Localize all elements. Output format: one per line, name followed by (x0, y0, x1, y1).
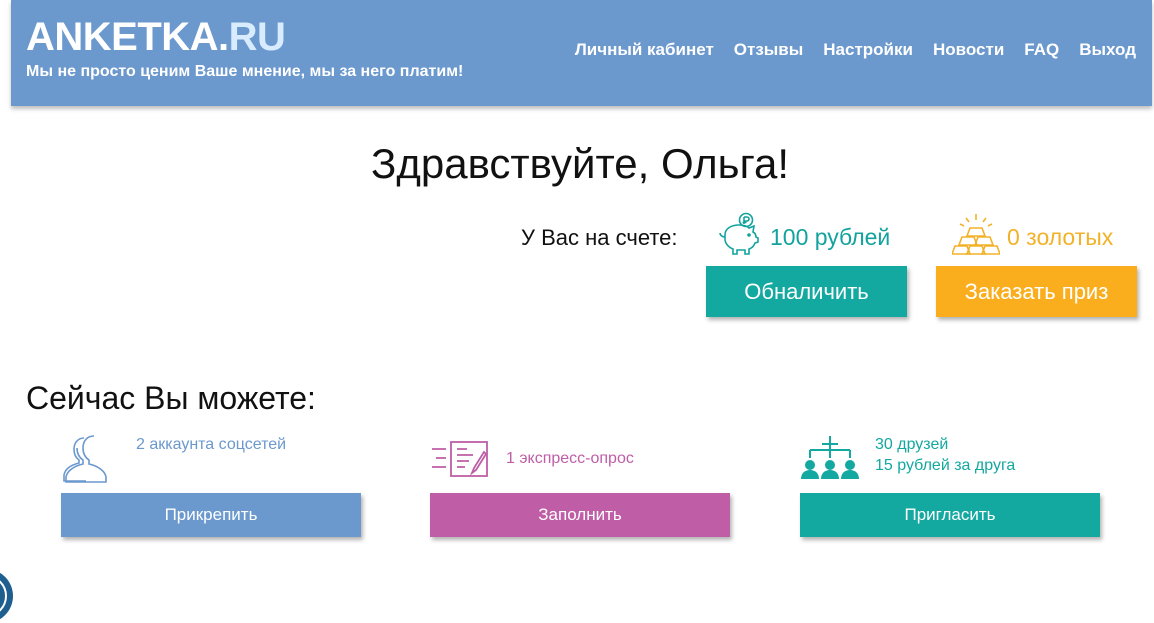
top-nav: Личный кабинет Отзывы Настройки Новости … (575, 40, 1136, 60)
nav-cabinet[interactable]: Личный кабинет (575, 40, 714, 60)
friends-count-text: 30 друзей (875, 436, 949, 453)
nav-news[interactable]: Новости (933, 40, 1004, 60)
nav-reviews[interactable]: Отзывы (734, 40, 804, 60)
reward-per-friend-text: 15 рублей за друга (875, 457, 1016, 474)
chat-widget-icon[interactable] (0, 568, 14, 623)
fill-survey-button[interactable]: Заполнить (430, 493, 730, 537)
balance-gold: 0 золотых (1007, 224, 1114, 250)
logo-main: ANKETKA. (26, 15, 229, 59)
nav-logout[interactable]: Выход (1079, 40, 1136, 60)
piggy-bank-icon (719, 212, 759, 255)
page: ANKETKA.RU Мы не просто ценим Ваше мнени… (0, 0, 1154, 623)
invite-button[interactable]: Пригласить (800, 493, 1100, 537)
balance-rubles: 100 рублей (770, 224, 891, 250)
referral-text: 30 друзей 15 рублей за друга (875, 434, 1015, 476)
express-survey-text: 1 экспресс-опрос (506, 450, 634, 467)
nav-faq[interactable]: FAQ (1024, 40, 1059, 60)
users-icon (63, 435, 107, 483)
referral-tree-icon (801, 436, 859, 479)
gold-bars-icon (952, 214, 1000, 255)
actions-heading: Сейчас Вы можете: (26, 380, 316, 416)
site-header: ANKETKA.RU Мы не просто ценим Ваше мнени… (11, 0, 1152, 106)
logo-ru: RU (228, 15, 286, 59)
survey-form-icon (432, 441, 488, 477)
site-logo[interactable]: ANKETKA.RU (26, 14, 286, 60)
greeting-heading: Здравствуйте, Ольга! (371, 140, 789, 187)
order-prize-button[interactable]: Заказать приз (936, 266, 1137, 317)
nav-settings[interactable]: Настройки (823, 40, 913, 60)
cash-out-button[interactable]: Обналичить (706, 266, 907, 317)
attach-button[interactable]: Прикрепить (61, 493, 361, 537)
tagline: Мы не просто ценим Ваше мнение, мы за не… (26, 63, 464, 80)
balance-label: У Вас на счете: (521, 225, 678, 250)
social-accounts-text: 2 аккаунта соцсетей (136, 436, 287, 453)
